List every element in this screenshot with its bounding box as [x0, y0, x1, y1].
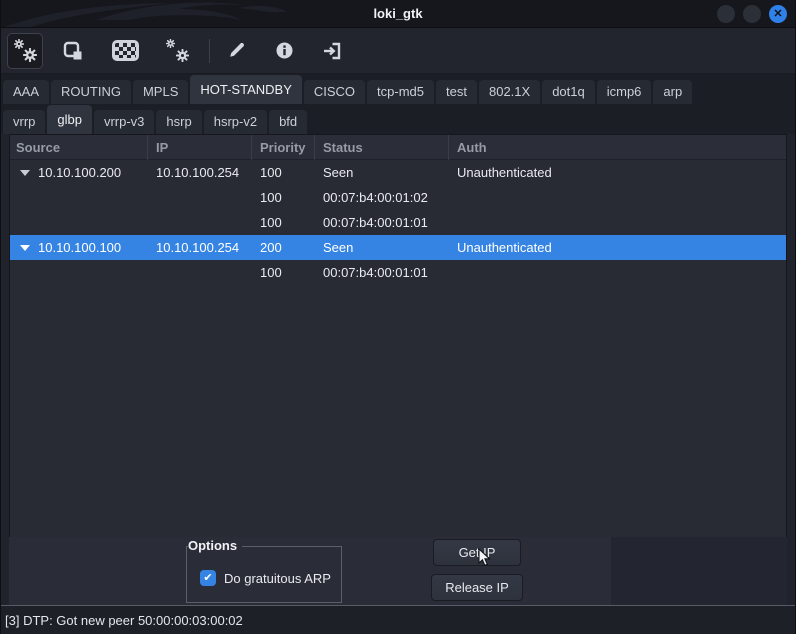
- column-header-priority[interactable]: Priority: [252, 135, 315, 160]
- expander-icon[interactable]: [20, 170, 30, 176]
- options-frame-title: Options: [188, 538, 242, 553]
- run-attack-button[interactable]: [7, 33, 43, 69]
- network-interface-icon: [112, 40, 139, 61]
- run-attack-icon: [14, 39, 37, 62]
- window-title: loki_gtk: [1, 0, 795, 28]
- bottom-panel: Options ✔ Do gratuitous ARP Get IP Relea…: [1, 537, 795, 605]
- tab-routing[interactable]: ROUTING: [51, 80, 131, 104]
- tab-hot-standby[interactable]: HOT-STANDBY: [190, 75, 302, 104]
- toolbar: [1, 28, 795, 74]
- tab-test[interactable]: test: [436, 80, 477, 104]
- table-row[interactable]: 10.10.100.200 10.10.100.254 100 Seen Una…: [10, 160, 786, 185]
- close-button[interactable]: ✕: [769, 5, 787, 23]
- tab-mpls[interactable]: MPLS: [133, 80, 188, 104]
- tab-glbp[interactable]: glbp: [47, 105, 92, 134]
- tab-dot1q[interactable]: dot1q: [542, 80, 595, 104]
- titlebar[interactable]: loki_gtk ✕: [1, 0, 795, 28]
- statusbar-text: [3] DTP: Got new peer 50:00:00:03:00:02: [5, 613, 243, 628]
- table-child-row[interactable]: 100 00:07:b4:00:01:01: [10, 260, 786, 285]
- minimize-button[interactable]: [717, 5, 735, 23]
- tab-tcp-md5[interactable]: tcp-md5: [367, 80, 434, 104]
- column-header-auth[interactable]: Auth: [449, 135, 786, 160]
- table-row-selected[interactable]: 10.10.100.100 10.10.100.254 200 Seen Una…: [10, 235, 786, 260]
- gratuitous-arp-checkbox[interactable]: ✔ Do gratuitous ARP: [200, 570, 331, 586]
- bottom-panel-right: [611, 537, 787, 605]
- bridge-button[interactable]: [55, 33, 91, 69]
- tab-hsrp-v2[interactable]: hsrp-v2: [204, 110, 267, 134]
- get-ip-button[interactable]: Get IP: [433, 539, 521, 566]
- table-child-row[interactable]: 100 00:07:b4:00:01:02: [10, 185, 786, 210]
- bridge-icon: [63, 41, 83, 61]
- loki-gtk-window: loki_gtk ✕: [0, 0, 796, 634]
- tab-hsrp[interactable]: hsrp: [156, 110, 201, 134]
- glbp-peer-table: Source IP Priority Status Auth 10.10.100…: [9, 134, 787, 537]
- options-frame: Options ✔ Do gratuitous ARP: [186, 546, 342, 603]
- tab-icmp6[interactable]: icmp6: [597, 80, 652, 104]
- table-child-row[interactable]: 100 00:07:b4:00:01:01: [10, 210, 786, 235]
- table-header: Source IP Priority Status Auth: [10, 135, 786, 160]
- info-button[interactable]: [266, 33, 302, 69]
- statusbar: [3] DTP: Got new peer 50:00:00:03:00:02: [1, 605, 795, 634]
- edit-button[interactable]: [218, 33, 254, 69]
- column-header-ip[interactable]: IP: [148, 135, 252, 160]
- toolbar-separator: [209, 39, 210, 63]
- tab-vrrp-v3[interactable]: vrrp-v3: [94, 110, 154, 134]
- mouse-cursor: [478, 548, 491, 567]
- checkbox-checked-icon: ✔: [200, 570, 216, 586]
- quit-icon: [322, 42, 342, 60]
- expander-icon[interactable]: [20, 245, 30, 251]
- maximize-button[interactable]: [743, 5, 761, 23]
- tab-cisco[interactable]: CISCO: [304, 80, 365, 104]
- sub-tabstrip: vrrp glbp vrrp-v3 hsrp hsrp-v2 bfd: [1, 104, 795, 134]
- main-tabstrip: AAA ROUTING MPLS HOT-STANDBY CISCO tcp-m…: [1, 74, 795, 104]
- tab-bfd[interactable]: bfd: [269, 110, 307, 134]
- bottom-panel-left: Options ✔ Do gratuitous ARP Get IP Relea…: [9, 537, 611, 605]
- table-empty-area: [10, 285, 786, 537]
- preferences-button[interactable]: [159, 33, 195, 69]
- release-ip-button[interactable]: Release IP: [431, 574, 523, 601]
- info-icon: [276, 42, 293, 59]
- tab-vrrp[interactable]: vrrp: [3, 110, 45, 134]
- network-interface-button[interactable]: [103, 33, 147, 69]
- column-header-source[interactable]: Source: [10, 135, 148, 160]
- tab-8021x[interactable]: 802.1X: [479, 80, 540, 104]
- tab-arp[interactable]: arp: [653, 80, 692, 104]
- checkbox-label: Do gratuitous ARP: [224, 571, 331, 586]
- quit-button[interactable]: [314, 33, 350, 69]
- column-header-status[interactable]: Status: [315, 135, 449, 160]
- preferences-icon: [166, 39, 189, 62]
- tab-aaa[interactable]: AAA: [3, 80, 49, 104]
- edit-icon: [227, 41, 246, 60]
